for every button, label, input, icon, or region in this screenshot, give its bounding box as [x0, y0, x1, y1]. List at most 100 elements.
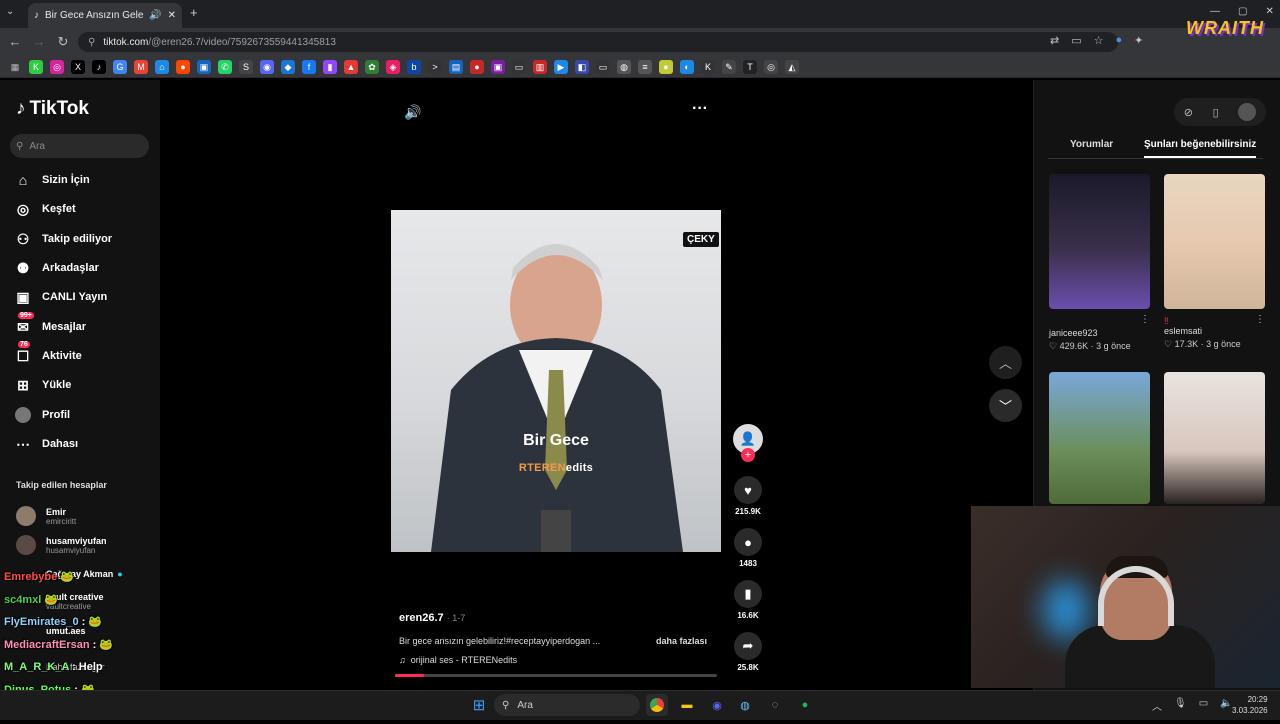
nav-profile[interactable]: Profil: [14, 404, 70, 426]
bookmark-gmail-icon[interactable]: M: [134, 59, 148, 74]
bookmark-site-icon[interactable]: ▥: [533, 59, 547, 74]
bookmark-reddit-icon[interactable]: ●: [176, 59, 190, 74]
tab-audio-icon[interactable]: 🔊: [149, 10, 161, 21]
microphone-icon[interactable]: 🎙: [1174, 698, 1187, 713]
suggested-video-thumbnail[interactable]: [1049, 372, 1150, 504]
tab-comments[interactable]: Yorumlar: [1070, 139, 1113, 150]
kebab-menu-icon[interactable]: ⋮: [1255, 314, 1265, 325]
bookmark-site-icon[interactable]: ✎: [722, 59, 736, 74]
bookmark-site-icon[interactable]: ▭: [596, 59, 610, 74]
see-more-button[interactable]: daha fazlası: [656, 636, 707, 646]
tab-close-icon[interactable]: ✕: [168, 10, 176, 21]
bookmark-site-icon[interactable]: K: [701, 59, 715, 74]
comment-button[interactable]: ● 1483: [733, 528, 763, 568]
file-explorer-icon[interactable]: ▬: [676, 694, 698, 716]
steam-icon[interactable]: ◍: [734, 694, 756, 716]
bookmark-site-icon[interactable]: ▣: [491, 59, 505, 74]
bookmark-site-icon[interactable]: ▲: [344, 59, 358, 74]
bookmark-site-icon[interactable]: ◍: [617, 59, 631, 74]
suggested-video-thumbnail[interactable]: [1164, 372, 1265, 504]
volume-icon[interactable]: 🔊: [404, 104, 421, 121]
browser-tab[interactable]: ♪ Bir Gece Ansızın Gelebiliriz: 🔊 ✕: [28, 3, 182, 28]
nav-more[interactable]: ⋯ Dahası: [14, 433, 78, 455]
kebab-menu-icon[interactable]: ⋮: [1140, 314, 1150, 325]
close-window-icon[interactable]: ✕: [1265, 6, 1273, 17]
bookmark-site-icon[interactable]: ◈: [386, 59, 400, 74]
bookmark-site-icon[interactable]: >: [428, 59, 442, 74]
bookmark-site-icon[interactable]: ◉: [260, 59, 274, 74]
reload-icon[interactable]: ↻: [54, 33, 72, 51]
extensions-puzzle-icon[interactable]: ✦: [1134, 34, 1143, 47]
minimize-icon[interactable]: —: [1210, 6, 1220, 17]
bookmark-site-icon[interactable]: b: [407, 59, 421, 74]
nav-for-you[interactable]: ⌂ Sizin İçin: [14, 169, 90, 191]
forward-icon[interactable]: →: [30, 33, 48, 51]
video-player[interactable]: ÇEKY Bir Gece RTERENedits: [391, 210, 721, 552]
bookmark-site-icon[interactable]: ✿: [365, 59, 379, 74]
bookmark-site-icon[interactable]: ◭: [785, 59, 799, 74]
bookmark-site-icon[interactable]: ▣: [197, 59, 211, 74]
bookmark-kick-icon[interactable]: K: [29, 59, 43, 74]
translate-icon[interactable]: ⇄: [1050, 34, 1059, 47]
share-button[interactable]: ➦ 25.8K: [733, 632, 763, 672]
bookmark-site-icon[interactable]: ◧: [575, 59, 589, 74]
system-clock[interactable]: 20:29 3.03.2026: [1232, 694, 1268, 716]
bookmark-site-icon[interactable]: S: [239, 59, 253, 74]
tray-expand-icon[interactable]: ︿: [1152, 698, 1162, 713]
taskbar-search[interactable]: ⚲ Ara: [494, 694, 640, 716]
bookmark-instagram-icon[interactable]: ◎: [50, 59, 64, 74]
bookmark-site-icon[interactable]: ◎: [764, 59, 778, 74]
bookmark-facebook-icon[interactable]: f: [302, 59, 316, 74]
bookmark-star-icon[interactable]: ☆: [1094, 34, 1104, 47]
bookmark-site-icon[interactable]: ▶: [554, 59, 568, 74]
suggested-video-thumbnail[interactable]: [1049, 174, 1150, 309]
suggested-video-thumbnail[interactable]: [1164, 174, 1265, 309]
nav-upload[interactable]: ⊞ Yükle: [14, 374, 71, 396]
followed-account[interactable]: husamviyufan husamviyufan: [16, 532, 107, 558]
more-options-icon[interactable]: ···: [692, 100, 708, 118]
site-info-icon[interactable]: ⚲: [88, 37, 95, 48]
previous-video-button[interactable]: ︿: [989, 346, 1022, 379]
new-tab-button[interactable]: +: [190, 5, 198, 20]
suggested-user[interactable]: eslemsati: [1164, 326, 1265, 336]
nav-friends[interactable]: ⚉ Arkadaşlar: [14, 257, 99, 279]
nav-explore[interactable]: ◎ Keşfet: [14, 198, 76, 220]
network-icon[interactable]: ▭: [1199, 698, 1208, 713]
extension-icon[interactable]: ●: [1116, 34, 1123, 47]
discord-icon[interactable]: ◉: [706, 694, 728, 716]
suggested-user[interactable]: janiceee923: [1049, 328, 1150, 338]
next-video-button[interactable]: ﹀: [989, 389, 1022, 422]
bookmark-google-icon[interactable]: G: [113, 59, 127, 74]
nav-messages[interactable]: ✉ 99+ Mesajlar: [14, 312, 86, 338]
save-button[interactable]: ▮ 16.6K: [733, 580, 763, 620]
nav-following[interactable]: ⚇ Takip ediliyor: [14, 228, 112, 250]
like-button[interactable]: ♥ 215.9K: [733, 476, 763, 516]
bookmark-site-icon[interactable]: ▭: [512, 59, 526, 74]
cast-icon[interactable]: ▭: [1071, 34, 1081, 47]
bookmark-site-icon[interactable]: ⌂: [155, 59, 169, 74]
bookmark-tiktok-icon[interactable]: ♪: [92, 59, 106, 74]
windows-start-icon[interactable]: ⊞: [468, 694, 490, 716]
tab-list-icon[interactable]: ⌄: [6, 6, 14, 17]
tiktok-logo[interactable]: ♪ TikTok: [16, 98, 89, 120]
spotify-icon[interactable]: ●: [794, 694, 816, 716]
app-icon[interactable]: ◌: [764, 694, 786, 716]
bookmark-twitch-icon[interactable]: ▮: [323, 59, 337, 74]
video-progress-bar[interactable]: [395, 674, 717, 677]
video-author[interactable]: eren26.7 · 1-7: [399, 612, 465, 624]
compass-icon[interactable]: ⊘: [1184, 106, 1193, 119]
nav-activity[interactable]: ☐ 76 Aktivite: [14, 341, 82, 367]
bookmark-x-icon[interactable]: X: [71, 59, 85, 74]
tab-suggested[interactable]: Şunları beğenebilirsiniz: [1144, 139, 1257, 158]
bookmark-whatsapp-icon[interactable]: ✆: [218, 59, 232, 74]
apps-grid-icon[interactable]: ▦: [8, 60, 22, 74]
bookmark-site-icon[interactable]: ●: [470, 59, 484, 74]
follow-plus-icon[interactable]: +: [741, 448, 755, 462]
bookmark-site-icon[interactable]: T: [743, 59, 757, 74]
device-icon[interactable]: ▯: [1213, 106, 1219, 119]
music-link[interactable]: ♫ orijinal ses - RTERENedits: [399, 655, 517, 665]
bookmark-site-icon[interactable]: ◐: [680, 59, 694, 74]
maximize-icon[interactable]: ▢: [1238, 6, 1247, 17]
url-field[interactable]: ⚲ tiktok.com/@eren26.7/video/75926735594…: [78, 32, 1118, 52]
creator-avatar[interactable]: 👤 +: [733, 424, 763, 462]
